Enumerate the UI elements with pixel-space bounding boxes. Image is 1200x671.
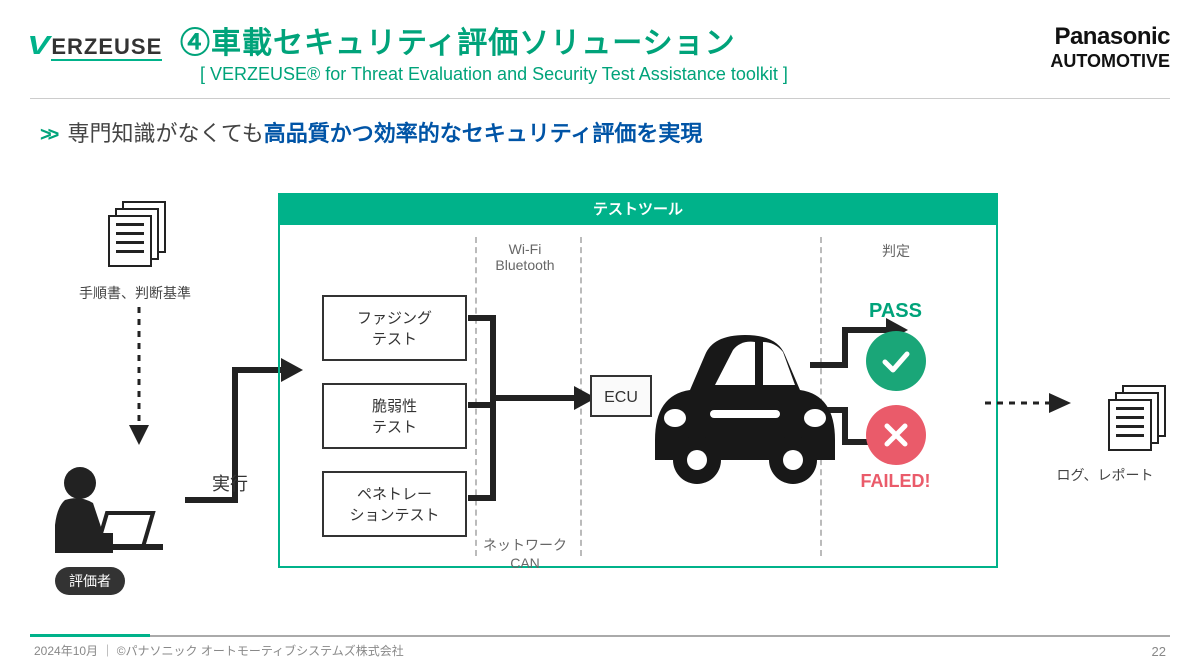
lead-line: >> 専門知識がなくても高品質かつ効率的なセキュリティ評価を実現 (40, 116, 702, 148)
documents-icon (108, 201, 170, 263)
exec-label: 実行 (212, 470, 248, 496)
test-penetration: ペネトレー ションテスト (322, 471, 467, 537)
car-icon (635, 300, 855, 500)
interface-wifi-label: Wi-FiBluetooth (480, 241, 570, 273)
slide-title: ④車載セキュリティ評価ソリューション (180, 18, 736, 62)
panel-title: テストツール (280, 195, 996, 225)
test-vuln: 脆弱性 テスト (322, 383, 467, 449)
fail-badge: FAILED! (843, 405, 948, 492)
footer-copyright: 2024年10月 ｜ ©パナソニック オートモーティブシステムズ株式会社 (34, 642, 404, 659)
evaluator-icon: 評価者 (35, 455, 185, 565)
arrow-to-logs (985, 389, 1075, 419)
arrow-docs-to-evaluator (125, 307, 155, 447)
pass-badge: PASS (843, 300, 948, 391)
check-icon (866, 331, 926, 391)
logs-icon (1108, 385, 1170, 447)
evaluator-label: 評価者 (55, 567, 125, 595)
x-icon (866, 405, 926, 465)
test-fuzzing: ファジング テスト (322, 295, 467, 361)
interface-net-label: ネットワークCAN (480, 535, 570, 571)
arrow-tests-to-ecu (468, 303, 598, 513)
documents-label: 手順書、判断基準 (60, 283, 210, 303)
judge-label: 判定 (851, 241, 941, 261)
verzeuse-logo: VERZEUSE (30, 30, 162, 61)
ecu-box: ECU (590, 375, 652, 417)
logs-label: ログ、レポート (1030, 465, 1180, 485)
slide-subtitle: [ VERZEUSE® for Threat Evaluation and Se… (200, 64, 788, 85)
page-number: 22 (1152, 644, 1166, 659)
test-tool-panel: テストツール Wi-FiBluetooth ネットワークCAN ファジング テス… (278, 193, 998, 568)
test-type-list: ファジング テスト 脆弱性 テスト ペネトレー ションテスト (322, 295, 467, 559)
panasonic-logo: Panasonic AUTOMOTIVE (1050, 23, 1170, 72)
